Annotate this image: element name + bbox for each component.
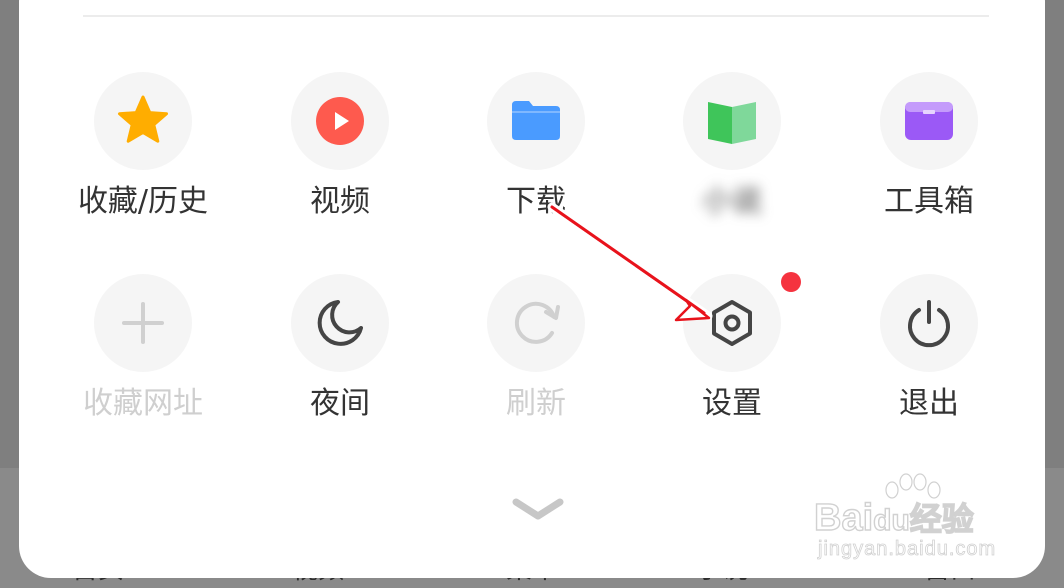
menu-item-label: 下载: [506, 184, 566, 219]
star-icon: [118, 95, 168, 143]
download-icon-bg: [487, 72, 585, 170]
menu-item-novel[interactable]: 小说: [657, 72, 807, 220]
menu-item-label: 视频: [310, 184, 370, 219]
menu-item-label: 退出: [899, 386, 959, 421]
menu-item-favorites-history[interactable]: 收藏/历史: [68, 72, 218, 220]
folder-icon: [512, 101, 560, 140]
book-icon: [708, 102, 756, 144]
menu-item-label: 小说: [702, 184, 762, 219]
refresh-icon: [514, 301, 560, 344]
menu-item-video[interactable]: 视频: [265, 72, 415, 220]
watermark-brand: Baidu经验: [813, 496, 974, 539]
menu-item-label: 收藏/历史: [77, 184, 209, 219]
menu-item-toolbox[interactable]: 工具箱: [854, 72, 1004, 220]
collapse-menu-button[interactable]: [506, 490, 570, 530]
menu-item-bookmark-site[interactable]: 收藏网址: [68, 274, 218, 422]
favorites-icon-bg: [94, 72, 192, 170]
watermark-url: jingyan.baidu.com: [818, 538, 997, 561]
baidu-jingyan-watermark: Baidu经验 jingyan.baidu.com: [810, 468, 1010, 568]
menu-item-label: 收藏网址: [83, 386, 203, 421]
settings-hexagon-icon: [712, 300, 752, 346]
menu-item-label: 设置: [702, 386, 762, 421]
bookmark-site-icon-bg: [94, 274, 192, 372]
menu-divider: [83, 15, 989, 17]
night-mode-icon-bg: [291, 274, 389, 372]
menu-item-settings[interactable]: 设置: [657, 272, 807, 422]
toolbox-icon-bg: [880, 72, 978, 170]
chevron-down-icon: [512, 498, 564, 520]
power-icon: [908, 300, 950, 348]
exit-icon-bg: [880, 274, 978, 372]
screen: 首页 视频 菜单 小说 窗口 收藏/历史 视频: [0, 0, 1064, 588]
video-play-icon: [316, 97, 364, 145]
novel-icon-bg: [683, 72, 781, 170]
video-icon-bg: [291, 72, 389, 170]
moon-icon: [317, 300, 363, 346]
refresh-icon-bg: [487, 274, 585, 372]
settings-icon-bg: [683, 272, 801, 372]
toolbox-icon: [905, 102, 953, 140]
menu-item-exit[interactable]: 退出: [854, 274, 1004, 422]
menu-item-label: 工具箱: [884, 184, 974, 219]
notification-badge: [781, 272, 801, 292]
menu-item-label: 刷新: [506, 386, 566, 421]
menu-item-night-mode[interactable]: 夜间: [265, 274, 415, 422]
menu-item-label: 夜间: [310, 386, 370, 421]
menu-item-refresh[interactable]: 刷新: [461, 274, 611, 422]
menu-item-download[interactable]: 下载: [461, 72, 611, 220]
plus-icon: [122, 302, 164, 344]
